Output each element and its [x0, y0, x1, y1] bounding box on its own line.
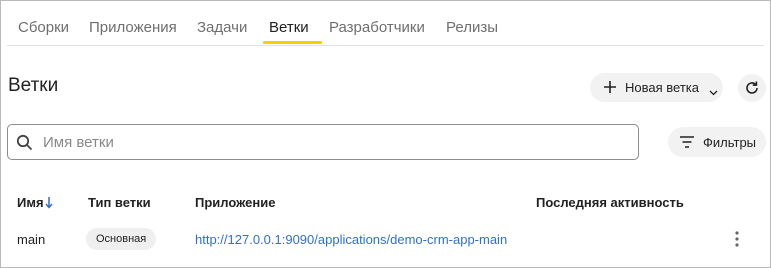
new-branch-button[interactable]: Новая ветка — [590, 73, 723, 102]
column-header-application: Приложение — [195, 195, 276, 210]
branch-search-field[interactable] — [7, 124, 639, 160]
search-input[interactable] — [43, 131, 623, 153]
window-frame: Сборки Приложения Задачи Ветки Разработч… — [0, 0, 771, 268]
kebab-menu-icon — [735, 231, 739, 247]
chevron-down-icon — [709, 84, 718, 99]
filter-icon — [680, 136, 694, 148]
page-title: Ветки — [8, 75, 59, 96]
arrow-down-icon[interactable] — [45, 196, 53, 214]
refresh-icon — [746, 81, 758, 94]
application-link[interactable]: http://127.0.0.1:9090/applications/demo-… — [195, 232, 507, 247]
tab-bar: Сборки Приложения Задачи Ветки Разработч… — [7, 1, 764, 46]
tab-builds[interactable]: Сборки — [18, 1, 69, 45]
tab-tasks[interactable]: Задачи — [197, 1, 247, 45]
branch-name-cell[interactable]: main — [17, 232, 45, 247]
tab-applications[interactable]: Приложения — [89, 1, 177, 45]
tab-releases[interactable]: Релизы — [446, 1, 498, 45]
refresh-button[interactable] — [738, 74, 766, 102]
plus-icon — [602, 79, 618, 98]
column-header-branch-type: Тип ветки — [88, 195, 151, 210]
search-icon — [16, 134, 33, 156]
active-tab-indicator — [263, 41, 322, 44]
filters-label: Фильтры — [703, 135, 757, 150]
filters-button[interactable]: Фильтры — [668, 127, 766, 157]
branch-type-badge: Основная — [86, 228, 157, 250]
tab-branches[interactable]: Ветки — [269, 1, 309, 45]
row-menu-button[interactable] — [731, 229, 745, 249]
column-header-last-activity: Последняя активность — [536, 195, 684, 210]
column-header-name[interactable]: Имя — [17, 195, 44, 210]
new-branch-label: Новая ветка — [625, 80, 699, 95]
tab-developers[interactable]: Разработчики — [329, 1, 425, 45]
